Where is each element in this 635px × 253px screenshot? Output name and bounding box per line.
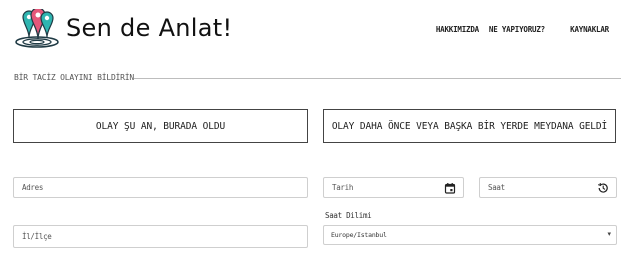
nav-kaynaklar[interactable]: KAYNAKLAR	[570, 25, 609, 34]
timezone-value: Europe/Istanbul	[331, 231, 387, 239]
nav-ne-yapiyoruz[interactable]: NE YAPIYORUZ?	[489, 25, 545, 34]
brand-title[interactable]: Sen de Anlat!	[66, 14, 232, 42]
section-divider	[134, 78, 621, 79]
il-ilce-placeholder: İl/İlçe	[22, 232, 52, 241]
timezone-label: Saat Dilimi	[325, 211, 372, 220]
site-header: Sen de Anlat! HAKKIMIZDA NE YAPIYORUZ? K…	[0, 0, 635, 62]
saat-input[interactable]: Saat	[479, 177, 617, 198]
calendar-icon[interactable]	[444, 182, 456, 194]
saat-placeholder: Saat	[488, 183, 505, 192]
map-pins-logo-icon[interactable]	[12, 9, 62, 49]
timezone-select[interactable]: Europe/Istanbul ▾	[323, 225, 617, 245]
tarih-input[interactable]: Tarih	[323, 177, 464, 198]
clock-history-icon[interactable]	[597, 182, 609, 194]
incident-before-button[interactable]: OLAY DAHA ÖNCE VEYA BAŞKA BİR YERDE MEYD…	[323, 109, 616, 143]
section-title: BİR TACİZ OLAYINI BİLDİRİN	[14, 73, 135, 82]
adres-placeholder: Adres	[22, 183, 44, 192]
chevron-down-icon[interactable]: ▾	[607, 230, 611, 238]
il-ilce-input[interactable]: İl/İlçe	[13, 225, 308, 248]
incident-now-button[interactable]: OLAY ŞU AN, BURADA OLDU	[13, 109, 308, 143]
tarih-placeholder: Tarih	[332, 183, 354, 192]
nav-hakkimizda[interactable]: HAKKIMIZDA	[436, 25, 479, 34]
adres-input[interactable]: Adres	[13, 177, 308, 198]
